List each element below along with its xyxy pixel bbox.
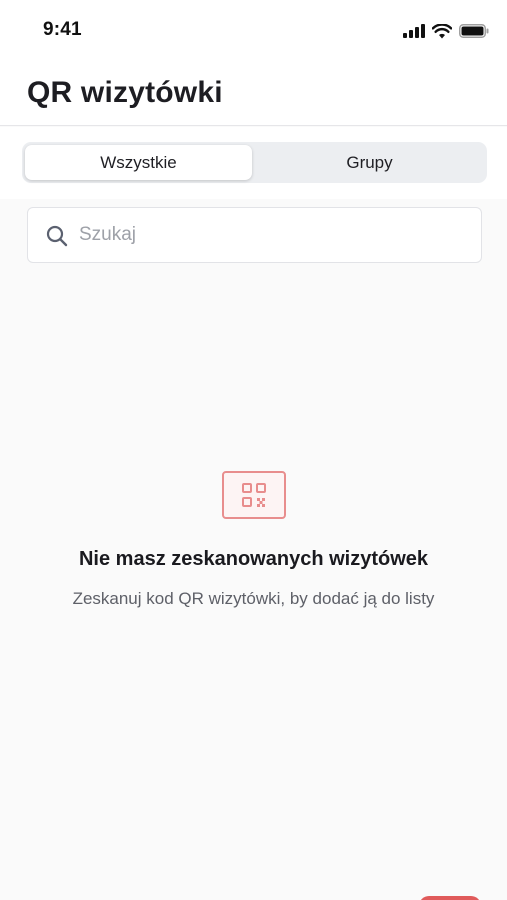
status-time: 9:41 xyxy=(43,19,82,40)
page-title: QR wizytówki xyxy=(27,76,223,109)
search-box[interactable] xyxy=(27,207,482,263)
status-icons xyxy=(403,22,489,40)
tab-grupy[interactable]: Grupy xyxy=(256,145,483,180)
empty-state-title: Nie masz zeskanowanych wizytówek xyxy=(78,548,429,570)
qr-code-icon xyxy=(222,471,286,519)
search-input[interactable] xyxy=(79,208,469,262)
empty-state-description: Zeskanuj kod QR wizytówki, by dodać ją d… xyxy=(72,589,435,608)
battery-icon xyxy=(459,24,489,38)
tab-wszystkie[interactable]: Wszystkie xyxy=(25,145,252,180)
cellular-signal-icon xyxy=(403,24,425,38)
scan-button[interactable] xyxy=(419,896,481,900)
segmented-control: Wszystkie Grupy xyxy=(22,142,487,183)
screen: 9:41 QR wizytówki Wszystkie Grupy Szukaj… xyxy=(0,0,507,900)
status-bar: 9:41 xyxy=(0,0,507,58)
header: QR wizytówki xyxy=(0,58,507,126)
search-icon xyxy=(46,225,68,247)
segment-area: Wszystkie Grupy xyxy=(0,127,507,199)
wifi-icon xyxy=(432,23,452,38)
